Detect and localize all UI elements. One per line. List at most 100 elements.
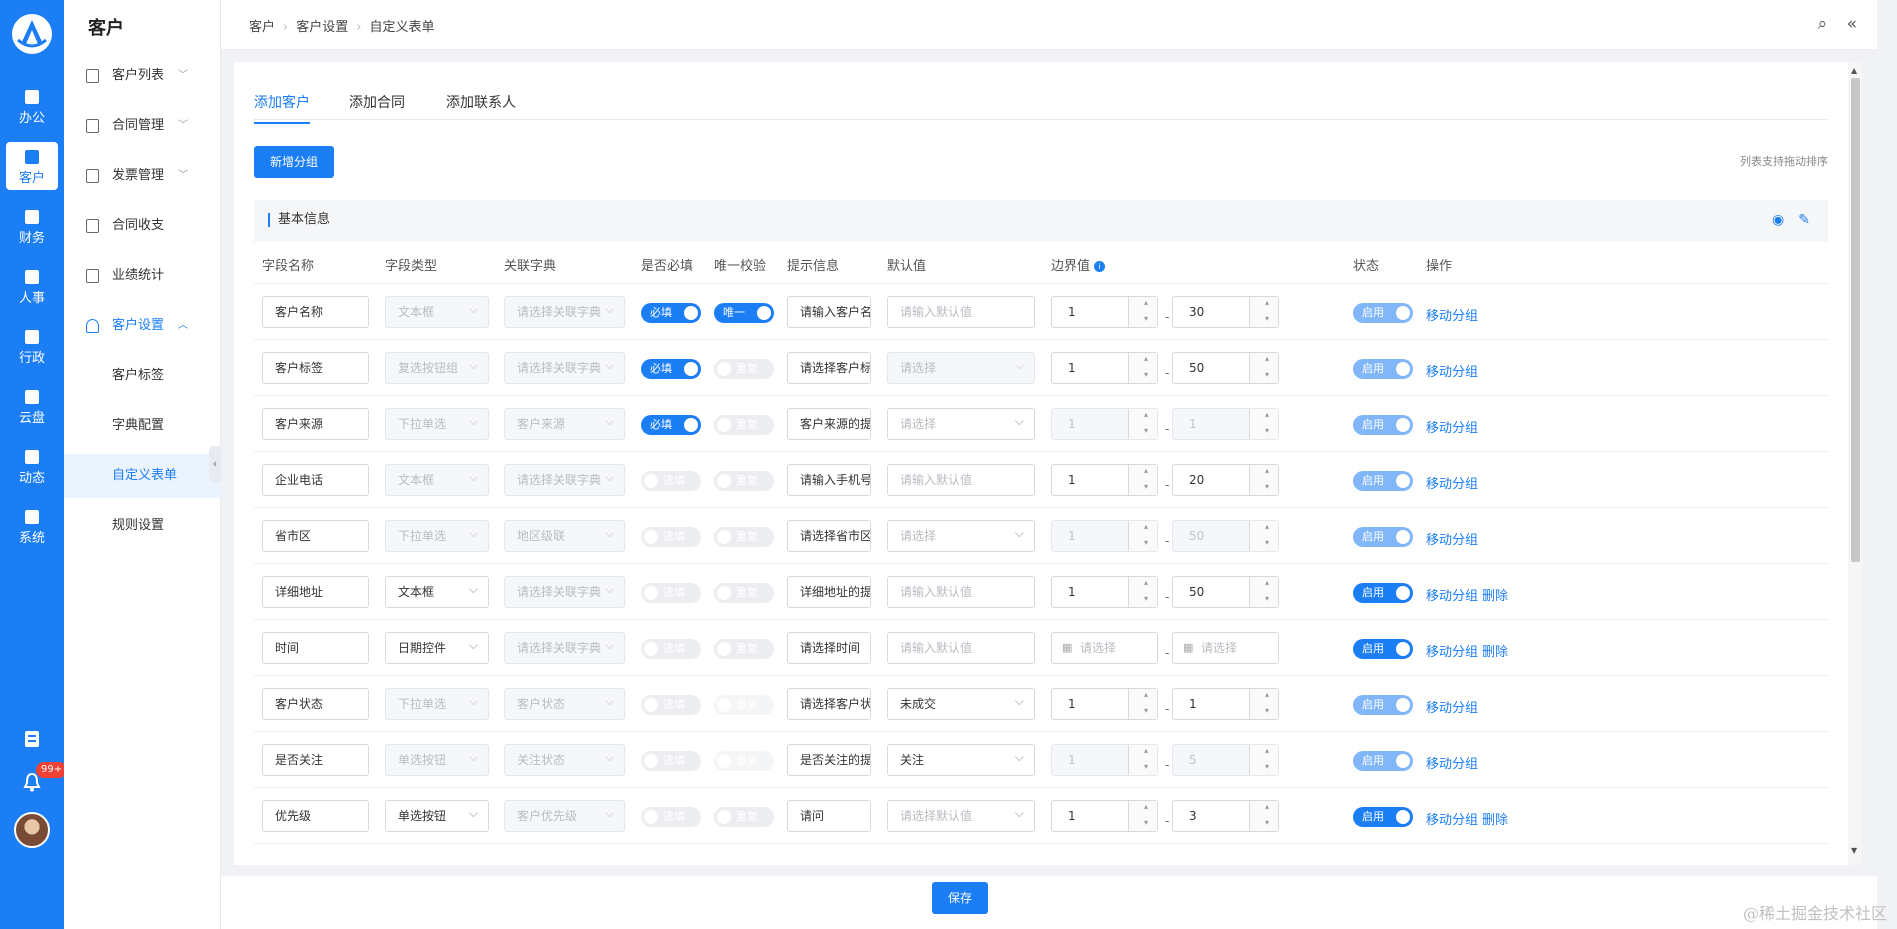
- tip-input[interactable]: 客户来源的提: [787, 408, 871, 440]
- collapse-sidebar-button[interactable]: ‹: [209, 446, 221, 482]
- field-name-input[interactable]: 详细地址: [262, 576, 369, 608]
- unique-toggle[interactable]: 重复: [714, 359, 774, 379]
- edit-icon[interactable]: ✎: [1798, 212, 1810, 228]
- field-name-input[interactable]: 企业电话: [262, 464, 369, 496]
- chevron-down-icon[interactable]: ▾: [1265, 472, 1269, 502]
- required-toggle[interactable]: 选填: [641, 527, 701, 547]
- default-value-field[interactable]: 请输入默认值: [887, 296, 1035, 328]
- sidebar-item[interactable]: 自定义表单: [64, 454, 221, 498]
- min-bound-stepper[interactable]: 1 ▴ ▾: [1051, 464, 1158, 496]
- chevron-down-icon[interactable]: ▾: [1265, 696, 1269, 726]
- breadcrumb-item[interactable]: 客户: [249, 20, 275, 35]
- unique-toggle[interactable]: 重复: [714, 527, 774, 547]
- delete-link[interactable]: 删除: [1482, 585, 1508, 604]
- default-value-field[interactable]: 关注: [887, 744, 1035, 776]
- field-type-select[interactable]: 复选按钮组: [385, 352, 489, 384]
- default-value-field[interactable]: 未成交: [887, 688, 1035, 720]
- dict-select[interactable]: 客户优先级: [504, 800, 625, 832]
- unique-toggle[interactable]: 唯一: [714, 303, 774, 323]
- max-date-picker[interactable]: ▦ 请选择: [1172, 632, 1279, 664]
- min-bound-stepper[interactable]: 1 ▴ ▾: [1051, 352, 1158, 384]
- default-value-field[interactable]: 请选择: [887, 520, 1035, 552]
- field-type-select[interactable]: 下拉单选: [385, 520, 489, 552]
- max-bound-stepper[interactable]: 30 ▴ ▾: [1172, 296, 1279, 328]
- move-group-link[interactable]: 移动分组: [1426, 361, 1478, 380]
- default-value-field[interactable]: 请输入默认值: [887, 464, 1035, 496]
- chevron-down-icon[interactable]: ▾: [1144, 360, 1148, 390]
- info-icon[interactable]: i: [1094, 261, 1106, 272]
- field-name-input[interactable]: 客户标签: [262, 352, 369, 384]
- status-toggle[interactable]: 启用: [1353, 639, 1413, 659]
- status-toggle[interactable]: 启用: [1353, 471, 1413, 491]
- rail-item-user[interactable]: 客户: [6, 142, 58, 190]
- status-toggle[interactable]: 启用: [1353, 415, 1413, 435]
- breadcrumb-item[interactable]: 客户设置: [296, 20, 348, 35]
- status-toggle[interactable]: 启用: [1353, 583, 1413, 603]
- field-name-input[interactable]: 客户名称: [262, 296, 369, 328]
- field-type-select[interactable]: 下拉单选: [385, 408, 489, 440]
- rail-item-cloud[interactable]: 云盘: [6, 382, 58, 430]
- tip-input[interactable]: 请输入手机号: [787, 464, 871, 496]
- tab-add-contact[interactable]: 添加联系人: [446, 92, 516, 122]
- required-toggle[interactable]: 选填: [641, 639, 701, 659]
- chevron-down-icon[interactable]: ▾: [1265, 752, 1269, 782]
- status-toggle[interactable]: 启用: [1353, 359, 1413, 379]
- field-name-input[interactable]: 省市区: [262, 520, 369, 552]
- required-toggle[interactable]: 选填: [641, 695, 701, 715]
- max-bound-stepper[interactable]: 1 ▴ ▾: [1172, 408, 1279, 440]
- double-chevron-left-icon[interactable]: «: [1847, 14, 1857, 34]
- default-value-field[interactable]: 请输入默认值: [887, 576, 1035, 608]
- min-date-picker[interactable]: ▦ 请选择: [1051, 632, 1158, 664]
- chevron-down-icon[interactable]: ▾: [1144, 528, 1148, 558]
- dict-select[interactable]: 请选择关联字典: [504, 632, 625, 664]
- eye-icon[interactable]: ◉: [1772, 212, 1784, 228]
- tip-input[interactable]: 请选择时间: [787, 632, 871, 664]
- unique-toggle[interactable]: 重复: [714, 415, 774, 435]
- sidebar-item[interactable]: 规则设置: [64, 504, 221, 548]
- delete-link[interactable]: 删除: [1482, 809, 1508, 828]
- save-button[interactable]: 保存: [932, 882, 988, 914]
- dict-select[interactable]: 请选择关联字典: [504, 576, 625, 608]
- field-name-input[interactable]: 客户状态: [262, 688, 369, 720]
- chevron-down-icon[interactable]: ▾: [1144, 416, 1148, 446]
- min-bound-stepper[interactable]: 1 ▴ ▾: [1051, 744, 1158, 776]
- min-bound-stepper[interactable]: 1 ▴ ▾: [1051, 520, 1158, 552]
- field-type-select[interactable]: 日期控件: [385, 632, 489, 664]
- chevron-down-icon[interactable]: ▾: [1265, 304, 1269, 334]
- move-group-link[interactable]: 移动分组: [1426, 529, 1478, 548]
- chevron-down-icon[interactable]: ▾: [1265, 584, 1269, 614]
- min-bound-stepper[interactable]: 1 ▴ ▾: [1051, 576, 1158, 608]
- sidebar-item[interactable]: 客户设置 ︿: [64, 304, 221, 348]
- sidebar-item[interactable]: 字典配置: [64, 404, 221, 448]
- unique-toggle[interactable]: 重复: [714, 695, 774, 715]
- chevron-down-icon[interactable]: ▾: [1265, 416, 1269, 446]
- move-group-link[interactable]: 移动分组: [1426, 417, 1478, 436]
- sidebar-item[interactable]: 客户列表 ﹀: [64, 54, 221, 98]
- chevron-down-icon[interactable]: ▾: [1144, 304, 1148, 334]
- delete-link[interactable]: 删除: [1482, 641, 1508, 660]
- move-group-link[interactable]: 移动分组: [1426, 641, 1478, 660]
- field-type-select[interactable]: 下拉单选: [385, 688, 489, 720]
- status-toggle[interactable]: 启用: [1353, 751, 1413, 771]
- required-toggle[interactable]: 选填: [641, 583, 701, 603]
- max-bound-stepper[interactable]: 1 ▴ ▾: [1172, 688, 1279, 720]
- app-logo[interactable]: [10, 12, 54, 56]
- tip-input[interactable]: 请问: [787, 800, 871, 832]
- max-bound-stepper[interactable]: 3 ▴ ▾: [1172, 800, 1279, 832]
- tip-input[interactable]: 是否关注的提: [787, 744, 871, 776]
- required-toggle[interactable]: 必填: [641, 303, 701, 323]
- chevron-down-icon[interactable]: ▾: [1144, 752, 1148, 782]
- status-toggle[interactable]: 启用: [1353, 527, 1413, 547]
- required-toggle[interactable]: 选填: [641, 471, 701, 491]
- tip-input[interactable]: 请选择客户标: [787, 352, 871, 384]
- default-value-field[interactable]: 请选择: [887, 408, 1035, 440]
- rail-item-feed[interactable]: 动态: [6, 442, 58, 490]
- min-bound-stepper[interactable]: 1 ▴ ▾: [1051, 296, 1158, 328]
- rail-item-briefcase[interactable]: 办公: [6, 82, 58, 130]
- unique-toggle[interactable]: 重复: [714, 639, 774, 659]
- dict-select[interactable]: 请选择关联字典: [504, 296, 625, 328]
- dict-select[interactable]: 地区级联: [504, 520, 625, 552]
- rail-item-money[interactable]: 财务: [6, 202, 58, 250]
- field-type-select[interactable]: 文本框: [385, 576, 489, 608]
- add-group-button[interactable]: 新增分组: [254, 146, 334, 178]
